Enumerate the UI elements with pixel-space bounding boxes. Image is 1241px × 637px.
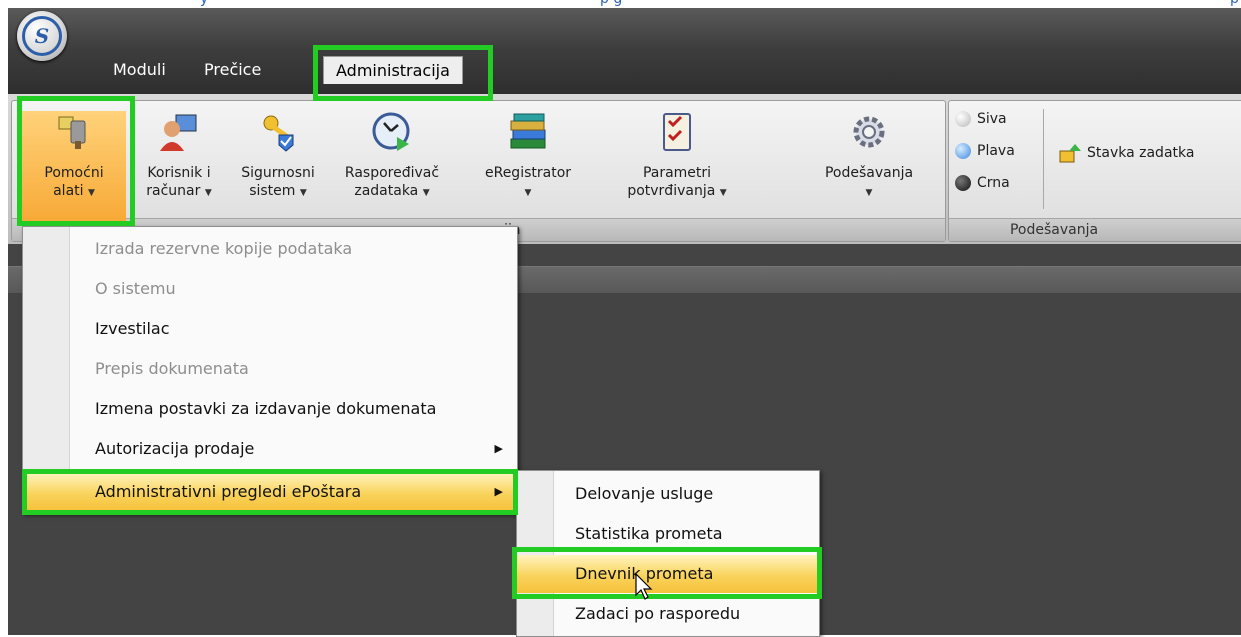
button-label: eRegistrator — [484, 165, 572, 181]
submenu-arrow-icon: ▶ — [494, 442, 503, 455]
separator — [1043, 109, 1044, 209]
ribbon-group-administracija: cija Pomoćni alati ▼ Korisnik i računar … — [11, 100, 946, 242]
submenu-item-delovanje-usluge[interactable]: Delovanje usluge — [517, 475, 819, 513]
ribbon-group-podesavanja: Podešavanja Siva Plava Crna Stavka zadat… — [948, 100, 1241, 242]
button-label: Korisnik i — [147, 165, 211, 181]
books-icon — [510, 113, 546, 149]
menu-item-autorizacija-prodaje[interactable]: Autorizacija prodaje ▶ — [23, 430, 517, 468]
administrativni-pregledi-submenu: Delovanje usluge Statistika prometa Dnev… — [516, 470, 820, 637]
ribbon: cija Pomoćni alati ▼ Korisnik i računar … — [8, 94, 1241, 244]
ribbon-tab-bar: Moduli Prečice Administracija — [8, 50, 1241, 94]
dropdown-arrow-icon: ▼ — [865, 188, 873, 198]
dropdown-arrow-icon: ▼ — [87, 188, 95, 198]
menu-item-prepis-dokumenata[interactable]: Prepis dokumenata — [23, 350, 517, 388]
menu-item-o-sistemu[interactable]: O sistemu — [23, 270, 517, 308]
submenu-item-zadaci-po-rasporedu[interactable]: Zadaci po rasporedu — [517, 595, 819, 633]
stavka-label: Stavka zadatka — [1087, 145, 1195, 161]
group-label: Podešavanja — [949, 218, 1241, 241]
submenu-arrow-icon: ▶ — [494, 485, 503, 498]
korisnik-i-racunar-button[interactable]: Korisnik i računar ▼ — [136, 111, 222, 202]
theme-siva[interactable]: Siva — [955, 111, 1007, 127]
parametri-potvrdivanja-button[interactable]: Parametri potvrđivanja ▼ — [604, 111, 750, 202]
sigurnosni-sistem-button[interactable]: Sigurnosni sistem ▼ — [232, 111, 324, 202]
gear-icon — [853, 116, 885, 148]
mouse-cursor-icon — [635, 573, 653, 600]
tab-precice[interactable]: Prečice — [204, 60, 261, 79]
dropdown-arrow-icon: ▼ — [524, 188, 532, 198]
title-bar — [8, 8, 1241, 50]
button-label-2: potvrđivanja — [627, 183, 716, 199]
button-label-2: alati — [53, 183, 84, 199]
button-label: Sigurnosni — [241, 165, 315, 181]
cropped-top-text: yp gp — [0, 0, 1241, 8]
theme-label: Siva — [977, 111, 1007, 127]
button-label: Parametri — [642, 165, 712, 181]
pomocni-alati-button[interactable]: Pomoćni alati ▼ — [22, 111, 126, 225]
menu-item-label: Administrativni pregledi ePoštara — [95, 482, 362, 501]
dropdown-arrow-icon: ▼ — [204, 188, 212, 198]
menu-item-label: Autorizacija prodaje — [95, 439, 255, 458]
radio-black-icon — [955, 175, 971, 191]
radio-blue-icon — [955, 143, 971, 159]
menu-item-rezervna-kopija[interactable]: Izrada rezervne kopije podataka — [23, 230, 517, 268]
theme-label: Crna — [977, 175, 1010, 191]
button-label: Raspoređivač — [344, 165, 440, 181]
button-label-2: sistem — [249, 183, 296, 199]
theme-crna[interactable]: Crna — [955, 175, 1010, 191]
menu-item-izmena-postavki[interactable]: Izmena postavki za izdavanje dokumenata — [23, 390, 517, 428]
rasporedivac-zadataka-button[interactable]: Raspoređivač zadataka ▼ — [332, 111, 452, 202]
clock-play-icon — [372, 112, 410, 151]
checklist-icon — [663, 113, 691, 151]
eregistrator-button[interactable]: eRegistrator ▼ — [470, 111, 586, 202]
radio-silver-icon — [955, 111, 971, 127]
tool-icon — [58, 116, 86, 149]
pomocni-alati-menu: Izrada rezervne kopije podataka O sistem… — [22, 226, 518, 514]
dropdown-arrow-icon: ▼ — [719, 188, 727, 198]
button-label: Podešavanja — [824, 165, 914, 181]
stavka-icon — [1059, 144, 1081, 163]
keys-shield-icon — [263, 115, 294, 152]
podesavanja-button[interactable]: Podešavanja ▼ — [808, 111, 930, 202]
tab-administracija[interactable]: Administracija — [323, 56, 463, 84]
theme-plava[interactable]: Plava — [955, 143, 1015, 159]
dropdown-arrow-icon: ▼ — [422, 188, 430, 198]
dropdown-arrow-icon: ▼ — [299, 188, 307, 198]
theme-label: Plava — [977, 143, 1015, 159]
menu-item-administrativni-pregledi[interactable]: Administrativni pregledi ePoštara ▶ — [23, 473, 517, 511]
app-logo-button[interactable]: S — [17, 11, 67, 61]
user-computer-icon — [160, 114, 197, 151]
stavka-zadatka-button[interactable]: Stavka zadatka — [1059, 143, 1194, 163]
tab-moduli[interactable]: Moduli — [113, 60, 166, 79]
button-label: Pomoćni — [44, 165, 104, 181]
submenu-item-dnevnik-prometa[interactable]: Dnevnik prometa — [517, 555, 819, 593]
menu-item-izvestilac[interactable]: Izvestilac — [23, 310, 517, 348]
submenu-item-statistika-prometa[interactable]: Statistika prometa — [517, 515, 819, 553]
button-label-2: računar — [146, 183, 201, 199]
button-label-2: zadataka — [354, 183, 419, 199]
app-logo-icon: S — [22, 16, 62, 56]
